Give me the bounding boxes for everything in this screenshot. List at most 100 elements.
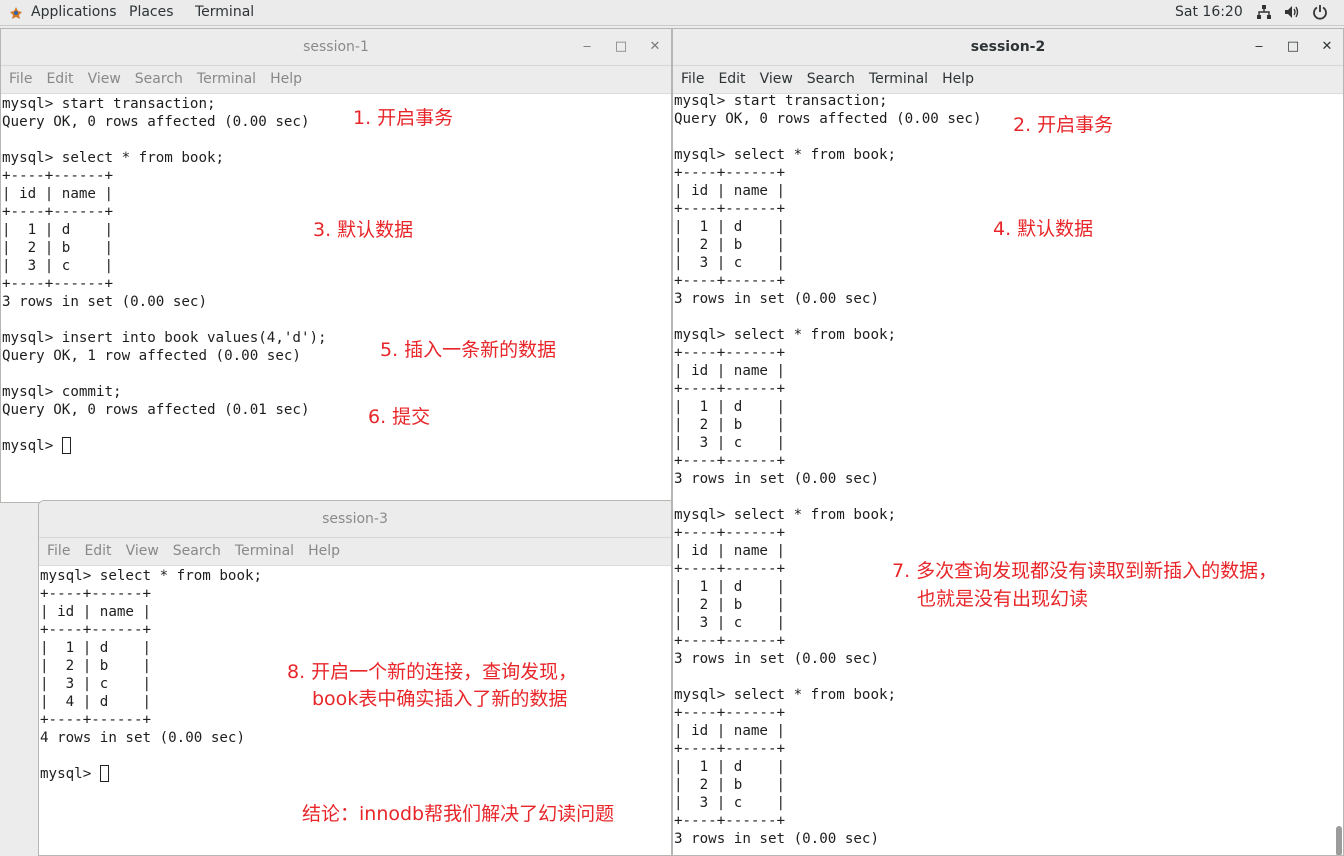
terminal-line: Query OK, 0 rows affected (0.01 sec) [2,402,310,418]
terminal-line: +----+------+ [674,813,786,829]
terminal-line: Query OK, 0 rows affected (0.00 sec) [674,111,982,127]
menubar: File Edit View Search Terminal Help [673,66,1343,94]
titlebar[interactable]: session-1 ‒ □ ✕ [1,29,671,66]
terminal-line: mysql> select * from book; [2,150,225,166]
maximize-button[interactable]: □ [611,37,631,57]
titlebar[interactable]: session-2 ‒ □ ✕ [673,29,1343,66]
terminal-line: mysql> commit; [2,384,122,400]
window-title: session-2 [970,39,1046,55]
menu-file[interactable]: File [9,71,32,87]
prompt-line[interactable]: mysql> [40,765,671,783]
terminal-line: +----+------+ [674,705,786,721]
terminal-line: mysql> select * from book; [674,507,897,523]
menu-help[interactable]: Help [270,71,302,87]
annotation-3: 3. 默认数据 [313,219,414,241]
session-1-window[interactable]: session-1 ‒ □ ✕ File Edit View Search Termin… [0,28,672,503]
terminal-line: 3 rows in set (0.00 sec) [674,831,879,847]
menu-search[interactable]: Search [173,543,221,559]
terminal-line: 3 rows in set (0.00 sec) [674,471,879,487]
prompt: mysql> [2,438,62,454]
minimize-button[interactable]: ‒ [1249,37,1269,57]
cursor [99,765,109,782]
prompt: mysql> [40,766,100,782]
terminal-line: 3 rows in set (0.00 sec) [674,651,879,667]
terminal-line: | id | name | [674,363,786,379]
session-2-window[interactable]: session-2 ‒ □ ✕ File Edit View Search Termin… [672,28,1344,856]
terminal-line: | 3 | c | [674,615,786,631]
terminal-line: | 2 | b | [674,417,786,433]
menu-view[interactable]: View [760,71,793,87]
menu-help[interactable]: Help [942,71,974,87]
prompt-line[interactable]: mysql> [2,437,671,455]
titlebar[interactable]: session-3 [39,501,671,538]
terminal-output[interactable]: mysql> start transaction; Query OK, 0 row… [673,92,1343,855]
terminal-line: Query OK, 1 row affected (0.00 sec) [2,348,301,364]
annotation-7-line1: 7. 多次查询发现都没有读取到新插入的数据， [892,560,1278,582]
top-panel: Applications Places Terminal Sat 16:20 [0,0,1344,26]
terminal-line: +----+------+ [674,273,786,289]
menu-terminal[interactable]: Terminal [235,543,294,559]
terminal-line: | id | name | [674,723,786,739]
terminal-line: +----+------+ [2,276,114,292]
menu-edit[interactable]: Edit [46,71,73,87]
terminal-line: mysql> select * from book; [674,327,897,343]
terminal-line: | 3 | c | [674,435,786,451]
places-menu[interactable]: Places [129,4,174,20]
annotation-8-line1: 8. 开启一个新的连接，查询发现， [287,661,578,683]
close-button[interactable]: ✕ [1317,37,1337,57]
menu-search[interactable]: Search [135,71,183,87]
terminal-output[interactable]: mysql> start transaction; Query OK, 0 row… [1,95,671,502]
annotation-8-line2: book表中确实插入了新的数据 [312,688,568,710]
terminal-line: | 3 | c | [674,255,786,271]
applications-menu[interactable]: Applications [31,4,117,20]
volume-icon[interactable] [1283,3,1301,21]
annotation-4: 4. 默认数据 [993,218,1094,240]
window-title: session-3 [322,511,388,527]
menu-view[interactable]: View [88,71,121,87]
conclusion-annotation: 结论：innodb帮我们解决了幻读问题 [302,803,615,825]
terminal-line: +----+------+ [2,168,114,184]
terminal-line: mysql> start transaction; [674,93,888,109]
scrollbar-thumb[interactable] [1336,826,1342,855]
terminal-line: +----+------+ [674,165,786,181]
terminal-line: mysql> insert into book values(4,'d'); [2,330,327,346]
power-icon[interactable] [1312,3,1328,21]
terminal-line: 4 rows in set (0.00 sec) [40,730,245,746]
terminal-line: +----+------+ [674,633,786,649]
network-icon[interactable] [1256,3,1272,21]
terminal-line: +----+------+ [40,586,152,602]
applications-icon[interactable] [9,6,23,20]
menu-file[interactable]: File [681,71,704,87]
close-button[interactable]: ✕ [645,37,665,57]
menu-terminal[interactable]: Terminal [197,71,256,87]
terminal-line: mysql> select * from book; [674,147,897,163]
menu-edit[interactable]: Edit [718,71,745,87]
annotation-5: 5. 插入一条新的数据 [380,339,557,361]
menu-edit[interactable]: Edit [84,543,111,559]
terminal-menu[interactable]: Terminal [195,4,254,20]
terminal-line: | 1 | d | [674,759,786,775]
window-title: session-1 [303,39,369,55]
terminal-line: mysql> select * from book; [40,568,263,584]
maximize-button[interactable]: □ [1283,37,1303,57]
menu-terminal[interactable]: Terminal [869,71,928,87]
clock[interactable]: Sat 16:20 [1175,4,1243,20]
cursor [61,437,71,454]
menu-view[interactable]: View [126,543,159,559]
terminal-line: | id | name | [2,186,114,202]
minimize-button[interactable]: ‒ [577,37,597,57]
terminal-line: mysql> start transaction; [2,96,216,112]
menu-search[interactable]: Search [807,71,855,87]
menu-help[interactable]: Help [308,543,340,559]
annotation-6: 6. 提交 [368,406,431,428]
menubar: File Edit View Search Terminal Help [39,538,671,566]
terminal-line: | 3 | c | [674,795,786,811]
menu-file[interactable]: File [47,543,70,559]
terminal-line: | id | name | [40,604,152,620]
